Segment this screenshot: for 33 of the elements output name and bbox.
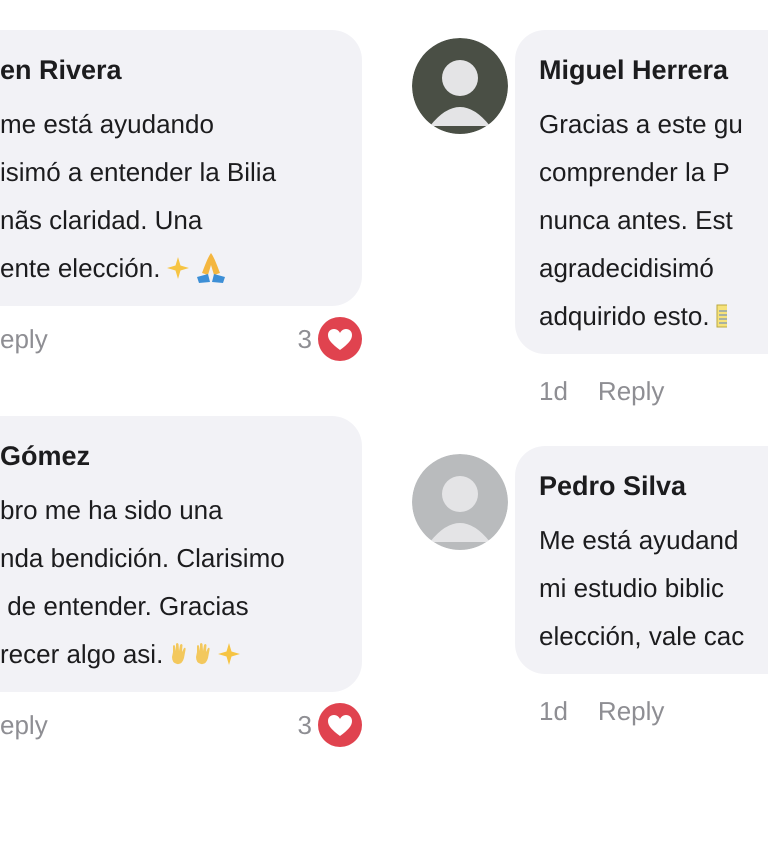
comment-text-line: Me está ayudand [539, 524, 738, 557]
comment-text-line: ente elección. [0, 252, 160, 285]
heart-reaction-icon[interactable] [318, 703, 362, 747]
like-count: 3 [298, 710, 312, 740]
reply-link[interactable]: Reply [598, 376, 664, 406]
reply-link[interactable]: eply [0, 710, 48, 740]
comment-text-line: elección, vale cac [539, 620, 744, 653]
comment-text-line: Gracias a este gu [539, 108, 743, 141]
comment-text-line: mi estudio biblic [539, 572, 724, 605]
comment-text-line: de entender. Gracias [6, 590, 249, 623]
commenter-name: Pedro Silva [539, 470, 688, 502]
sparkle-icon [217, 642, 242, 666]
comment-text-line: adquirido esto. [539, 300, 710, 333]
comment-time: 1d [539, 376, 568, 406]
heart-reaction-icon[interactable] [318, 317, 362, 361]
comment-text-line: nda bendición. Clarisimo [0, 542, 285, 575]
comment-text-line: isimó a entender la Bilia [0, 156, 276, 189]
comment-text-line: recer algo asi. [0, 638, 164, 671]
like-count: 3 [298, 324, 312, 354]
comment-text-line: bro me ha sido una [0, 494, 223, 527]
comment-text-line: me está ayudando [0, 108, 214, 141]
commenter-name: Gómez [0, 440, 92, 472]
reply-link[interactable]: Reply [598, 696, 664, 726]
comment-text-line: comprender la P [539, 156, 730, 189]
comment-text-line: agradecidisimó [539, 252, 714, 285]
commenter-name: en Rivera [0, 54, 123, 86]
comment-time: 1d [539, 696, 568, 726]
comment-text-line: nãs claridad. Una [0, 204, 202, 237]
sparkle-icon [166, 256, 190, 280]
commenter-name: Miguel Herrera [539, 54, 730, 86]
notepad-icon [716, 304, 727, 328]
reply-link[interactable]: eply [0, 324, 48, 354]
comment-text-line: nunca antes. Est [539, 204, 733, 237]
